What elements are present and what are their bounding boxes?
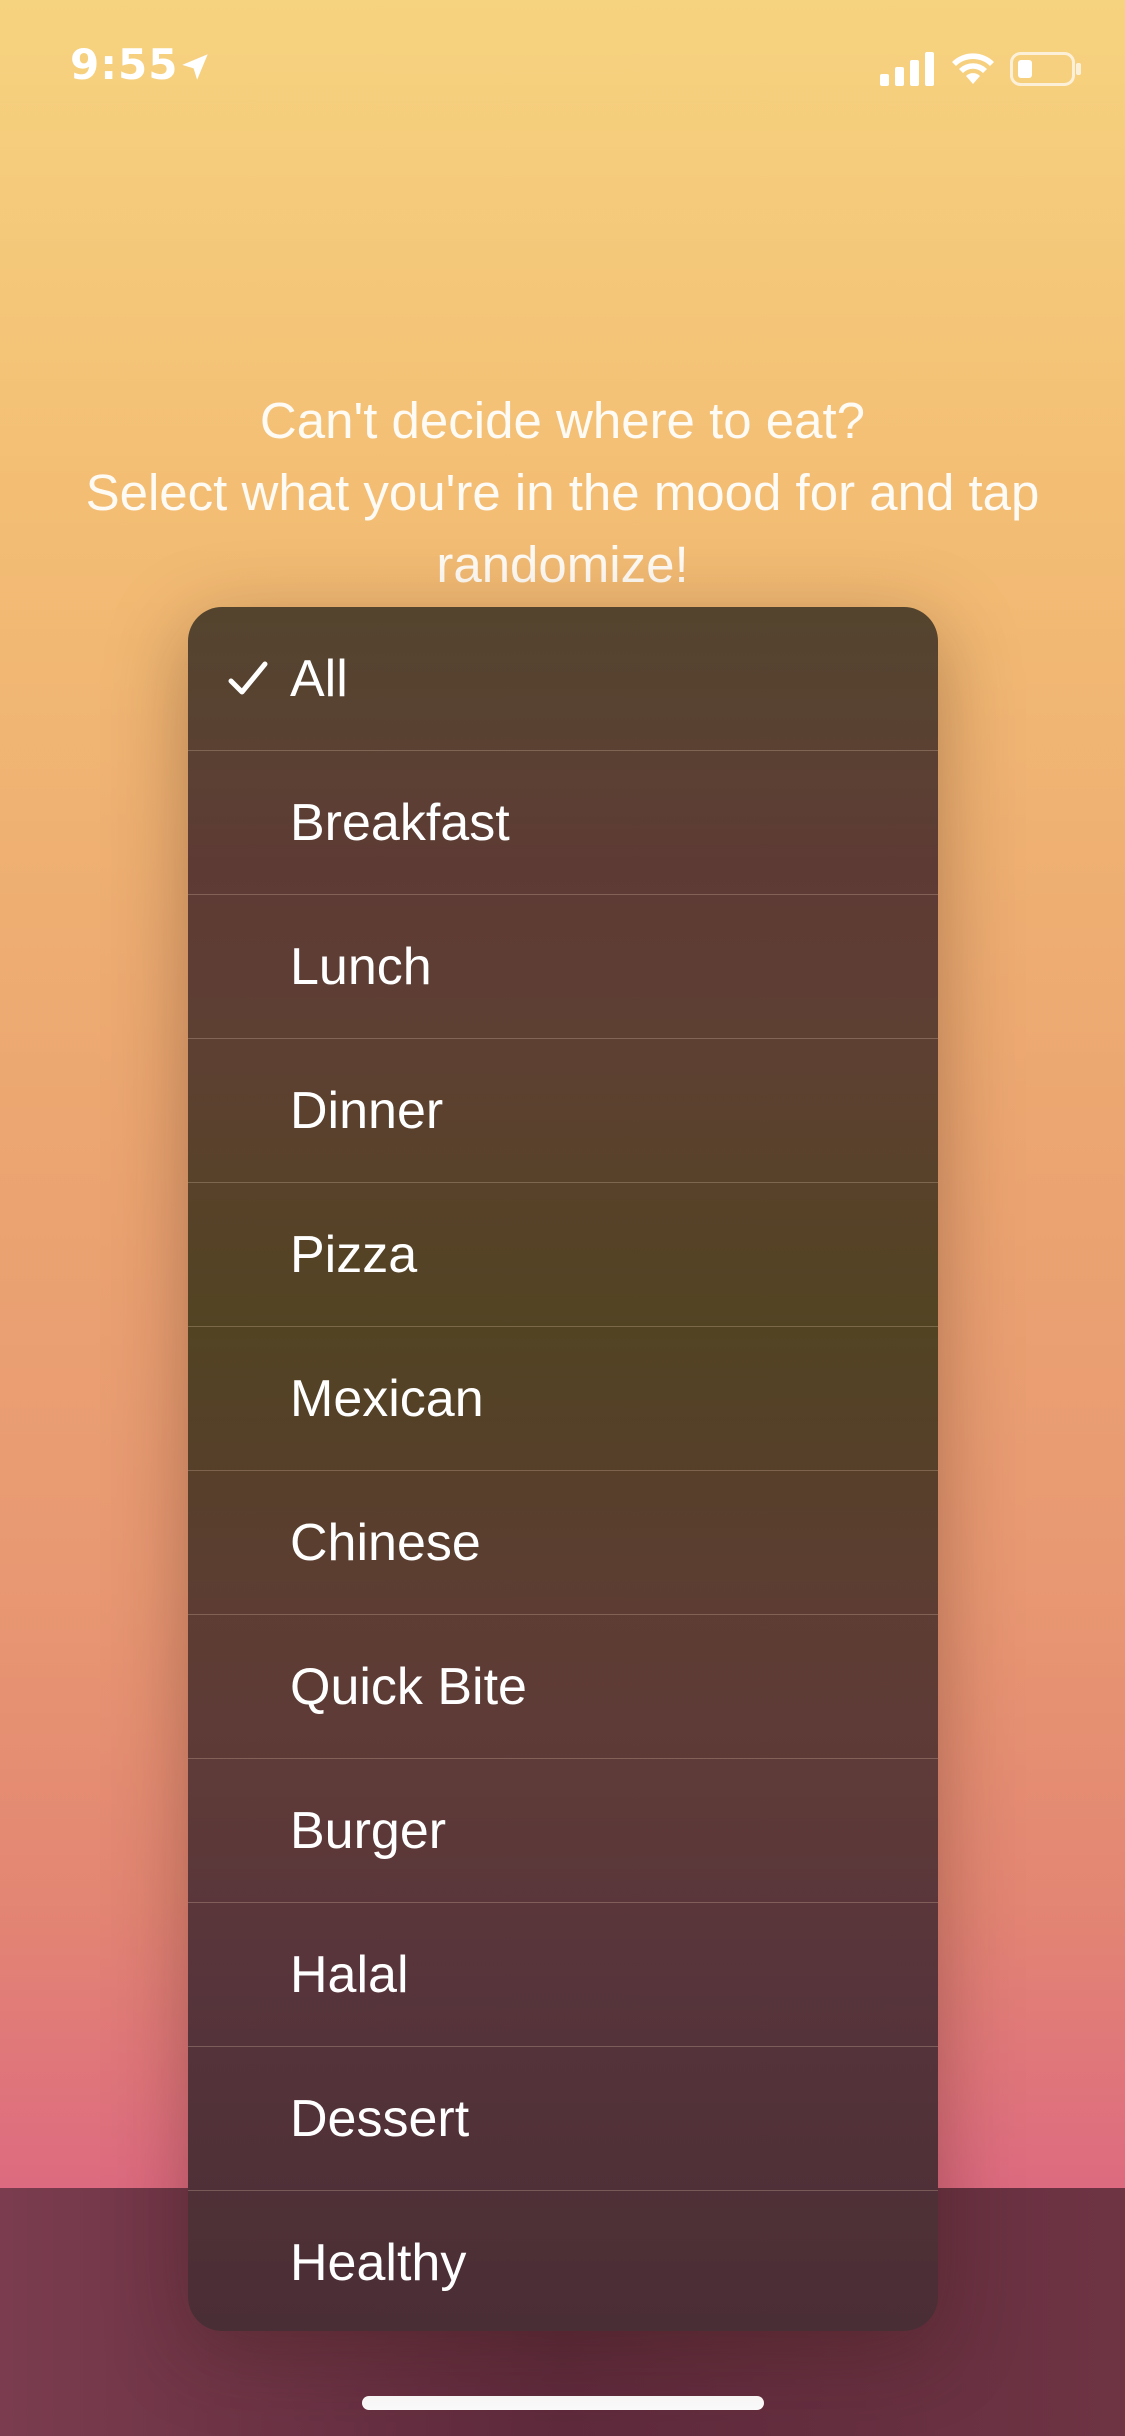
menu-item-lunch[interactable]: Lunch bbox=[188, 895, 938, 1039]
menu-item-label: Halal bbox=[290, 1945, 409, 2004]
menu-item-dessert[interactable]: Dessert bbox=[188, 2047, 938, 2191]
status-time: 9:55 bbox=[70, 40, 179, 89]
menu-item-label: Healthy bbox=[290, 2234, 467, 2292]
menu-item-quick-bite[interactable]: Quick Bite bbox=[188, 1615, 938, 1759]
menu-item-label: All bbox=[290, 649, 348, 708]
menu-item-label: Dinner bbox=[290, 1081, 444, 1140]
menu-item-all[interactable]: All bbox=[188, 607, 938, 751]
status-bar: 9:55 bbox=[0, 0, 1125, 132]
instruction-line-2: Select what you're in the mood for and t… bbox=[85, 464, 1040, 521]
checkmark-icon bbox=[228, 661, 268, 694]
menu-item-label: Lunch bbox=[290, 937, 432, 996]
menu-item-label: Chinese bbox=[290, 1513, 481, 1572]
battery-icon bbox=[1010, 52, 1081, 86]
instruction-text: Can't decide where to eat? Select what y… bbox=[0, 385, 1125, 601]
menu-item-chinese[interactable]: Chinese bbox=[188, 1471, 938, 1615]
menu-item-halal[interactable]: Halal bbox=[188, 1903, 938, 2047]
menu-item-breakfast[interactable]: Breakfast bbox=[188, 751, 938, 895]
instruction-line-1: Can't decide where to eat? bbox=[259, 392, 866, 449]
menu-item-label: Dessert bbox=[290, 2089, 470, 2148]
menu-item-label: Quick Bite bbox=[290, 1657, 527, 1716]
menu-item-healthy[interactable]: Healthy bbox=[188, 2191, 938, 2331]
location-arrow-icon bbox=[182, 54, 208, 80]
menu-item-pizza[interactable]: Pizza bbox=[188, 1183, 938, 1327]
cellular-signal-icon bbox=[880, 52, 934, 86]
wifi-icon bbox=[952, 53, 994, 84]
menu-item-label: Breakfast bbox=[290, 793, 510, 852]
menu-item-dinner[interactable]: Dinner bbox=[188, 1039, 938, 1183]
menu-item-label: Pizza bbox=[290, 1225, 418, 1284]
menu-item-label: Burger bbox=[290, 1801, 447, 1860]
menu-item-label: Mexican bbox=[290, 1369, 484, 1428]
category-menu: All Breakfast Lunch Dinner Pizza Mexican… bbox=[188, 607, 938, 2331]
menu-item-burger[interactable]: Burger bbox=[188, 1759, 938, 1903]
instruction-line-3: randomize! bbox=[436, 536, 689, 593]
home-indicator[interactable] bbox=[362, 2396, 764, 2410]
menu-item-mexican[interactable]: Mexican bbox=[188, 1327, 938, 1471]
